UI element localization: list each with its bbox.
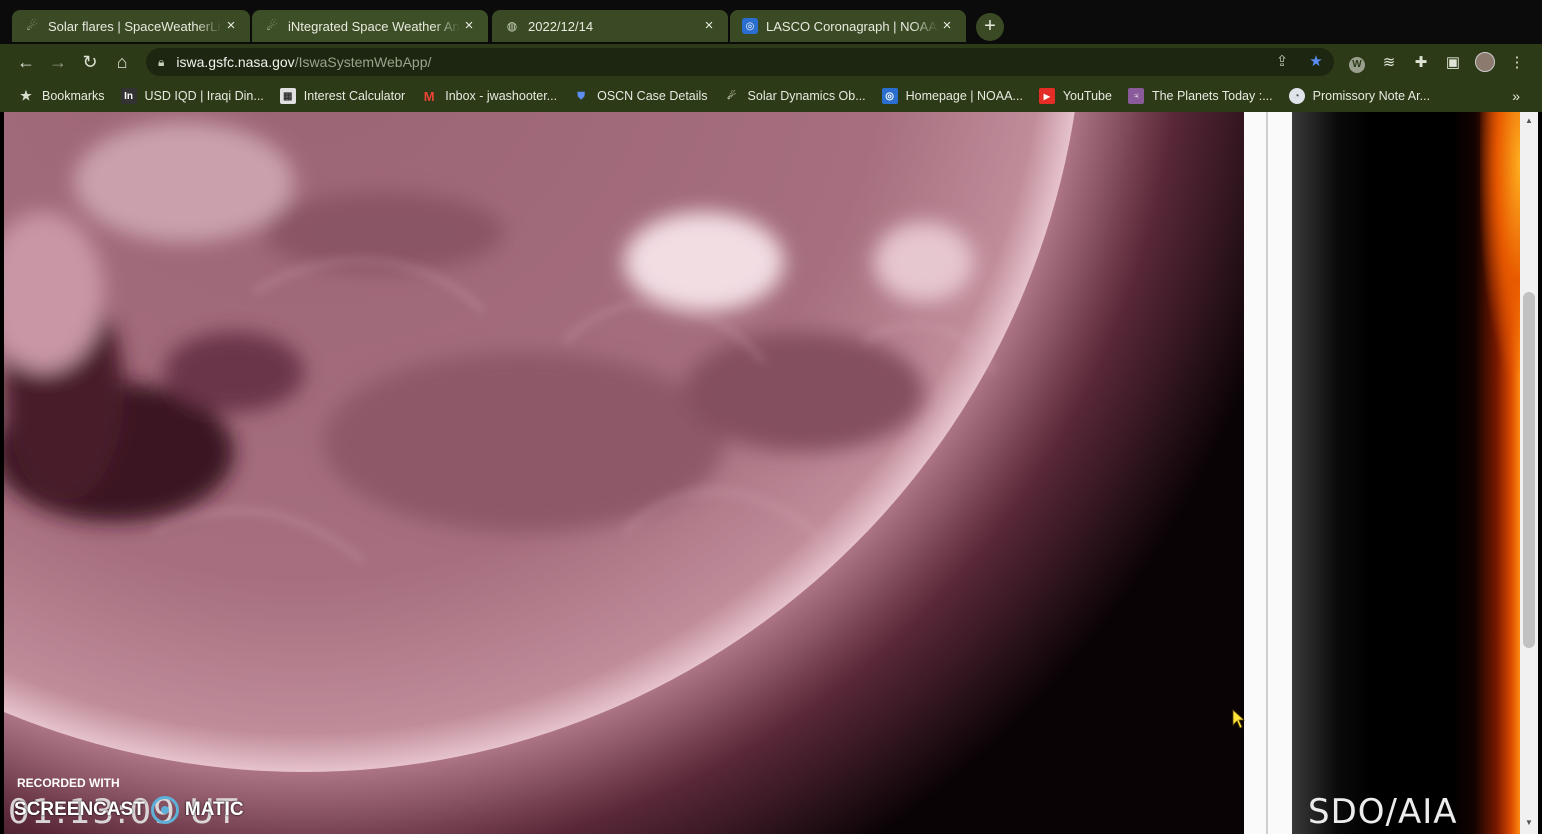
- bookmarks-bar: ★ Bookmarks In USD IQD | Iraqi Din... ▦ Int…: [0, 80, 1542, 112]
- bookmark-label: Inbox - jwashooter...: [445, 89, 558, 103]
- extensions-puzzle-icon[interactable]: ✚: [1410, 52, 1432, 74]
- bookmark-star-icon[interactable]: ★: [1306, 52, 1326, 72]
- document-icon: ◔: [1288, 88, 1305, 104]
- page-content: 01:13:09 UT RECORDED WITH SCREENCAST MAT…: [0, 112, 1542, 834]
- watermark-text-right: MATIC: [184, 799, 244, 820]
- tab-lasco[interactable]: ◎ LASCO Coronagraph | NOAA / NWS ×: [730, 10, 966, 42]
- url-path: /IswaSystemWebApp/: [294, 54, 432, 70]
- reload-icon[interactable]: ↻: [78, 50, 102, 74]
- bookmark-label: OSCN Case Details: [597, 89, 708, 103]
- bookmark-label: Promissory Note Ar...: [1312, 89, 1431, 103]
- globe-icon: ◍: [506, 19, 518, 33]
- bookmark-label: Solar Dynamics Ob...: [747, 89, 866, 103]
- bookmark-item[interactable]: ★ Bookmarks: [18, 88, 105, 104]
- extension-w-icon[interactable]: W: [1346, 52, 1368, 74]
- share-icon[interactable]: ⇪: [1272, 52, 1292, 72]
- bookmark-item[interactable]: M Inbox - jwashooter...: [421, 88, 557, 104]
- tab-title: Solar flares | SpaceWeatherLive.com: [48, 18, 222, 34]
- home-icon[interactable]: ⌂: [110, 50, 134, 74]
- sdo-aia-label: SDO/AIA: [1308, 792, 1458, 832]
- calculator-icon: ▦: [279, 88, 296, 104]
- bookmark-label: YouTube: [1062, 89, 1112, 103]
- vertical-scrollbar[interactable]: ▲ ▼: [1520, 112, 1538, 834]
- bookmark-item[interactable]: In USD IQD | Iraqi Din...: [120, 88, 264, 104]
- bookmark-item[interactable]: ♃ The Planets Today :...: [1127, 88, 1273, 104]
- youtube-icon: ▶: [1038, 88, 1055, 104]
- close-tab-icon[interactable]: ×: [222, 17, 240, 35]
- bookmark-label: USD IQD | Iraqi Din...: [144, 89, 264, 103]
- divider-line: [1266, 112, 1268, 834]
- new-tab-button[interactable]: +: [976, 13, 1004, 41]
- oscn-icon: ⛊: [577, 90, 585, 102]
- scroll-up-arrow-icon[interactable]: ▲: [1520, 116, 1538, 125]
- spaceweatherlive-favicon: ☄: [26, 19, 38, 33]
- extension-wave-icon[interactable]: ≋: [1378, 52, 1400, 74]
- bookmark-item[interactable]: ☄ Solar Dynamics Ob...: [724, 88, 866, 104]
- tab-title: LASCO Coronagraph | NOAA / NWS: [766, 18, 938, 34]
- back-icon[interactable]: ←: [14, 50, 38, 74]
- more-bookmarks-icon[interactable]: »: [1512, 88, 1520, 104]
- bookmark-item[interactable]: ▶ YouTube: [1038, 88, 1112, 104]
- close-tab-icon[interactable]: ×: [460, 17, 478, 35]
- watermark-recorded-with: RECORDED WITH: [17, 776, 120, 790]
- tab-title: iNtegrated Space Weather Analysis: [288, 18, 460, 34]
- noaa-favicon: ◎: [742, 18, 758, 34]
- gmail-icon: M: [423, 88, 435, 104]
- iswa-favicon: ☄: [266, 19, 278, 33]
- planets-icon: ♃: [1127, 88, 1144, 104]
- forward-icon[interactable]: →: [46, 50, 70, 74]
- bookmark-item[interactable]: ▦ Interest Calculator: [279, 88, 406, 104]
- lock-icon: 🔒︎: [158, 54, 165, 69]
- sun-corona-graphic: [4, 112, 1244, 834]
- bookmark-item[interactable]: ⛊ OSCN Case Details: [573, 88, 707, 104]
- solar-limb-flare: [1480, 112, 1520, 372]
- bookmark-label: Bookmarks: [42, 89, 105, 103]
- sdo-icon: ☄: [727, 90, 737, 102]
- tab-iswa[interactable]: ☄ iNtegrated Space Weather Analysis ×: [252, 10, 488, 42]
- tab-spaceweatherlive[interactable]: ☄ Solar flares | SpaceWeatherLive.com ×: [12, 10, 250, 42]
- menu-kebab-icon[interactable]: ⋮: [1506, 52, 1528, 74]
- tab-date[interactable]: ◍ 2022/12/14 ×: [492, 10, 728, 42]
- close-tab-icon[interactable]: ×: [938, 17, 956, 35]
- star-icon: ★: [20, 88, 32, 103]
- url-host: iswa.gsfc.nasa.gov: [176, 54, 295, 70]
- bookmark-label: Interest Calculator: [303, 89, 406, 103]
- tab-title: 2022/12/14: [528, 18, 594, 34]
- bookmark-item[interactable]: ◔ Promissory Note Ar...: [1288, 88, 1431, 104]
- screencast-matic-watermark: SCREENCAST MATIC: [14, 796, 244, 824]
- secondary-sun-image: [1292, 112, 1520, 834]
- sdo-aia-sun-image: [4, 112, 1244, 834]
- noaa-icon: ◎: [881, 88, 898, 104]
- tab-strip: ☄ Solar flares | SpaceWeatherLive.com × …: [0, 0, 1542, 44]
- screencast-logo-icon: [150, 796, 179, 824]
- close-tab-icon[interactable]: ×: [700, 17, 718, 35]
- bookmark-label: The Planets Today :...: [1151, 89, 1273, 103]
- bookmark-label: Homepage | NOAA...: [905, 89, 1023, 103]
- profile-avatar[interactable]: [1474, 52, 1496, 74]
- mouse-cursor-icon: [1232, 709, 1246, 729]
- scrollbar-thumb[interactable]: [1523, 292, 1535, 648]
- investing-icon: In: [120, 88, 137, 104]
- watermark-text-left: SCREENCAST: [14, 799, 145, 820]
- side-panel-icon[interactable]: ▣: [1442, 52, 1464, 74]
- scroll-down-arrow-icon[interactable]: ▼: [1520, 818, 1538, 827]
- image-gap-divider: [1244, 112, 1292, 834]
- bookmark-item[interactable]: ◎ Homepage | NOAA...: [881, 88, 1023, 104]
- address-bar[interactable]: 🔒︎ iswa.gsfc.nasa.gov/IswaSystemWebApp/ …: [146, 48, 1334, 76]
